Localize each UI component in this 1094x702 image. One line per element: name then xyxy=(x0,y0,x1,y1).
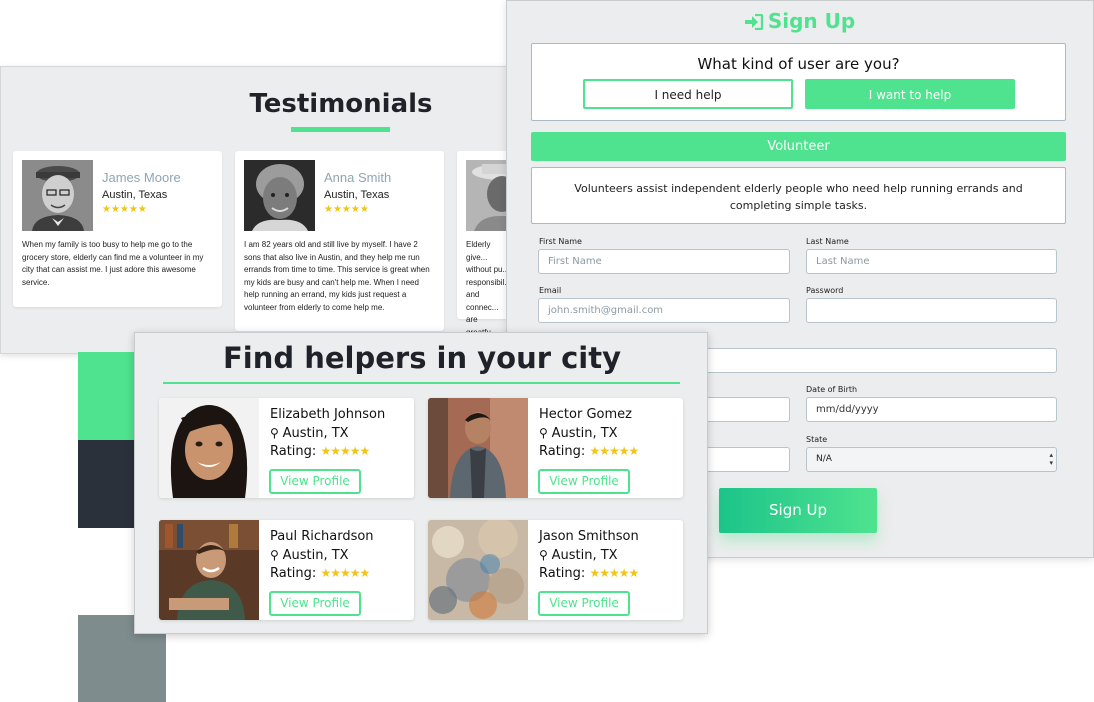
email-field[interactable]: john.smith@gmail.com xyxy=(538,298,790,323)
state-label: State xyxy=(806,435,828,444)
star-icon: ★★★★★ xyxy=(589,566,639,580)
map-marker-icon: ⚲ xyxy=(270,548,283,562)
view-profile-button[interactable]: View Profile xyxy=(538,591,630,616)
testimonial-location: Austin, Texas xyxy=(102,189,168,201)
helper-location: ⚲ Austin, TX xyxy=(539,426,618,441)
helper-photo xyxy=(428,520,528,620)
testimonial-card-anna: Anna Smith Austin, Texas ★★★★★ I am 82 y… xyxy=(235,151,444,331)
avatar-james-moore xyxy=(22,160,93,231)
testimonial-name: Anna Smith xyxy=(324,170,392,185)
helper-photo xyxy=(159,398,259,498)
map-marker-icon: ⚲ xyxy=(539,426,552,440)
title-underline xyxy=(291,127,390,132)
helper-card: Jason Smithson ⚲ Austin, TX Rating: ★★★★… xyxy=(428,520,683,620)
helper-location: ⚲ Austin, TX xyxy=(270,426,349,441)
helper-card: Paul Richardson ⚲ Austin, TX Rating: ★★★… xyxy=(159,520,414,620)
title-divider xyxy=(163,382,680,384)
helper-rating: Rating: ★★★★★ xyxy=(539,566,639,581)
role-description-box: Volunteers assist independent elderly pe… xyxy=(531,167,1066,224)
star-icon: ★★★★★ xyxy=(589,444,639,458)
password-field[interactable] xyxy=(806,298,1057,323)
dob-field[interactable]: mm/dd/yyyy xyxy=(806,397,1057,422)
avatar-anna-smith xyxy=(244,160,315,231)
testimonial-location: Austin, Texas xyxy=(324,189,390,201)
helper-location-text: Austin, TX xyxy=(282,548,349,563)
signup-submit-button[interactable]: Sign Up xyxy=(719,488,877,533)
state-select[interactable]: N/A ▴ ▾ xyxy=(806,447,1057,472)
helper-card: Elizabeth Johnson ⚲ Austin, TX Rating: ★… xyxy=(159,398,414,498)
helper-location-text: Austin, TX xyxy=(551,426,618,441)
star-rating: ★★★★★ xyxy=(102,204,147,215)
user-type-question: What kind of user are you? xyxy=(697,55,900,73)
rating-label: Rating: xyxy=(539,444,586,459)
testimonials-panel: Testimonials James Moore Austin, Texas ★… xyxy=(0,66,520,354)
testimonials-title: Testimonials xyxy=(249,89,433,119)
signup-title-text: Sign Up xyxy=(767,9,856,33)
select-arrows-icon: ▴ ▾ xyxy=(1049,451,1053,467)
helpers-title: Find helpers in your city xyxy=(222,341,622,375)
testimonial-name: James Moore xyxy=(102,170,181,185)
testimonial-card-james: James Moore Austin, Texas ★★★★★ When my … xyxy=(13,151,222,307)
dob-label: Date of Birth xyxy=(806,385,858,394)
testimonial-text: When my family is too busy to help me go… xyxy=(22,240,204,287)
first-name-label: First Name xyxy=(539,237,582,246)
rating-label: Rating: xyxy=(270,444,317,459)
star-icon: ★★★★★ xyxy=(320,444,370,458)
rating-label: Rating: xyxy=(270,566,317,581)
user-type-box: What kind of user are you? I need help I… xyxy=(531,43,1066,121)
testimonial-text: Elderly give... without pu... responsibi… xyxy=(466,240,511,337)
helper-location-text: Austin, TX xyxy=(551,548,618,563)
last-name-field[interactable]: Last Name xyxy=(806,249,1057,274)
helper-location-text: Austin, TX xyxy=(282,426,349,441)
helper-location: ⚲ Austin, TX xyxy=(539,548,618,563)
helper-rating: Rating: ★★★★★ xyxy=(539,444,639,459)
state-value: N/A xyxy=(816,454,832,464)
helper-rating: Rating: ★★★★★ xyxy=(270,444,370,459)
rating-label: Rating: xyxy=(539,566,586,581)
helper-name: Hector Gomez xyxy=(539,407,632,422)
view-profile-button[interactable]: View Profile xyxy=(269,469,361,494)
helper-photo xyxy=(428,398,528,498)
view-profile-button[interactable]: View Profile xyxy=(269,591,361,616)
star-icon: ★★★★★ xyxy=(320,566,370,580)
role-banner: Volunteer xyxy=(531,132,1066,161)
find-helpers-panel: Find helpers in your city Elizabeth John… xyxy=(134,332,708,634)
view-profile-button[interactable]: View Profile xyxy=(538,469,630,494)
helper-name: Jason Smithson xyxy=(539,529,639,544)
testimonial-text: I am 82 years old and still live by myse… xyxy=(244,240,430,312)
email-label: Email xyxy=(539,286,562,295)
helper-card: Hector Gomez ⚲ Austin, TX Rating: ★★★★★ … xyxy=(428,398,683,498)
need-help-button[interactable]: I need help xyxy=(583,79,793,109)
helper-rating: Rating: ★★★★★ xyxy=(270,566,370,581)
sign-in-icon xyxy=(744,14,763,30)
password-label: Password xyxy=(806,286,844,295)
helper-name: Paul Richardson xyxy=(270,529,374,544)
want-to-help-button[interactable]: I want to help xyxy=(805,79,1015,109)
map-marker-icon: ⚲ xyxy=(539,548,552,562)
helper-location: ⚲ Austin, TX xyxy=(270,548,349,563)
map-marker-icon: ⚲ xyxy=(270,426,283,440)
helper-photo xyxy=(159,520,259,620)
star-rating: ★★★★★ xyxy=(324,204,369,215)
role-description: Volunteers assist independent elderly pe… xyxy=(574,182,1023,212)
helper-name: Elizabeth Johnson xyxy=(270,407,386,422)
signup-title: Sign Up xyxy=(507,9,1093,33)
first-name-field[interactable]: First Name xyxy=(538,249,790,274)
last-name-label: Last Name xyxy=(806,237,849,246)
